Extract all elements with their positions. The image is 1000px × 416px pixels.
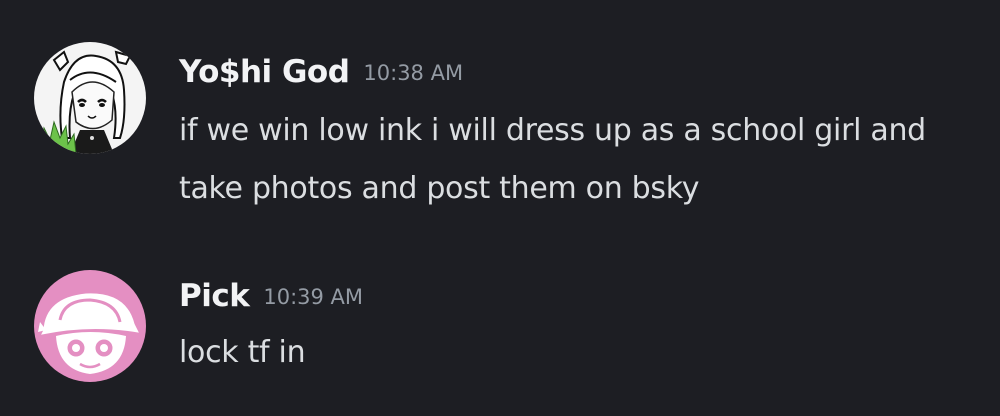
message-content: if we win low ink i will dress up as a s… (179, 113, 926, 206)
timestamp: 10:38 AM (363, 61, 464, 85)
chat-message: Pick 10:39 AM lock tf in (0, 250, 1000, 416)
message-header: Yo$hi God 10:38 AM (179, 54, 463, 90)
message-header: Pick 10:39 AM (179, 278, 363, 314)
timestamp: 10:39 AM (263, 285, 364, 309)
pink-hat-character-avatar-icon (34, 270, 146, 382)
anime-girl-avatar-icon (34, 42, 146, 154)
chat-message-list: Yo$hi God 10:38 AM if we win low ink i wi… (0, 0, 1000, 416)
username[interactable]: Yo$hi God (179, 54, 350, 90)
message-content: lock tf in (179, 335, 306, 370)
user-avatar[interactable] (34, 42, 146, 154)
chat-message: Yo$hi God 10:38 AM if we win low ink i wi… (0, 0, 1000, 230)
username[interactable]: Pick (179, 278, 250, 314)
user-avatar[interactable] (34, 270, 146, 382)
